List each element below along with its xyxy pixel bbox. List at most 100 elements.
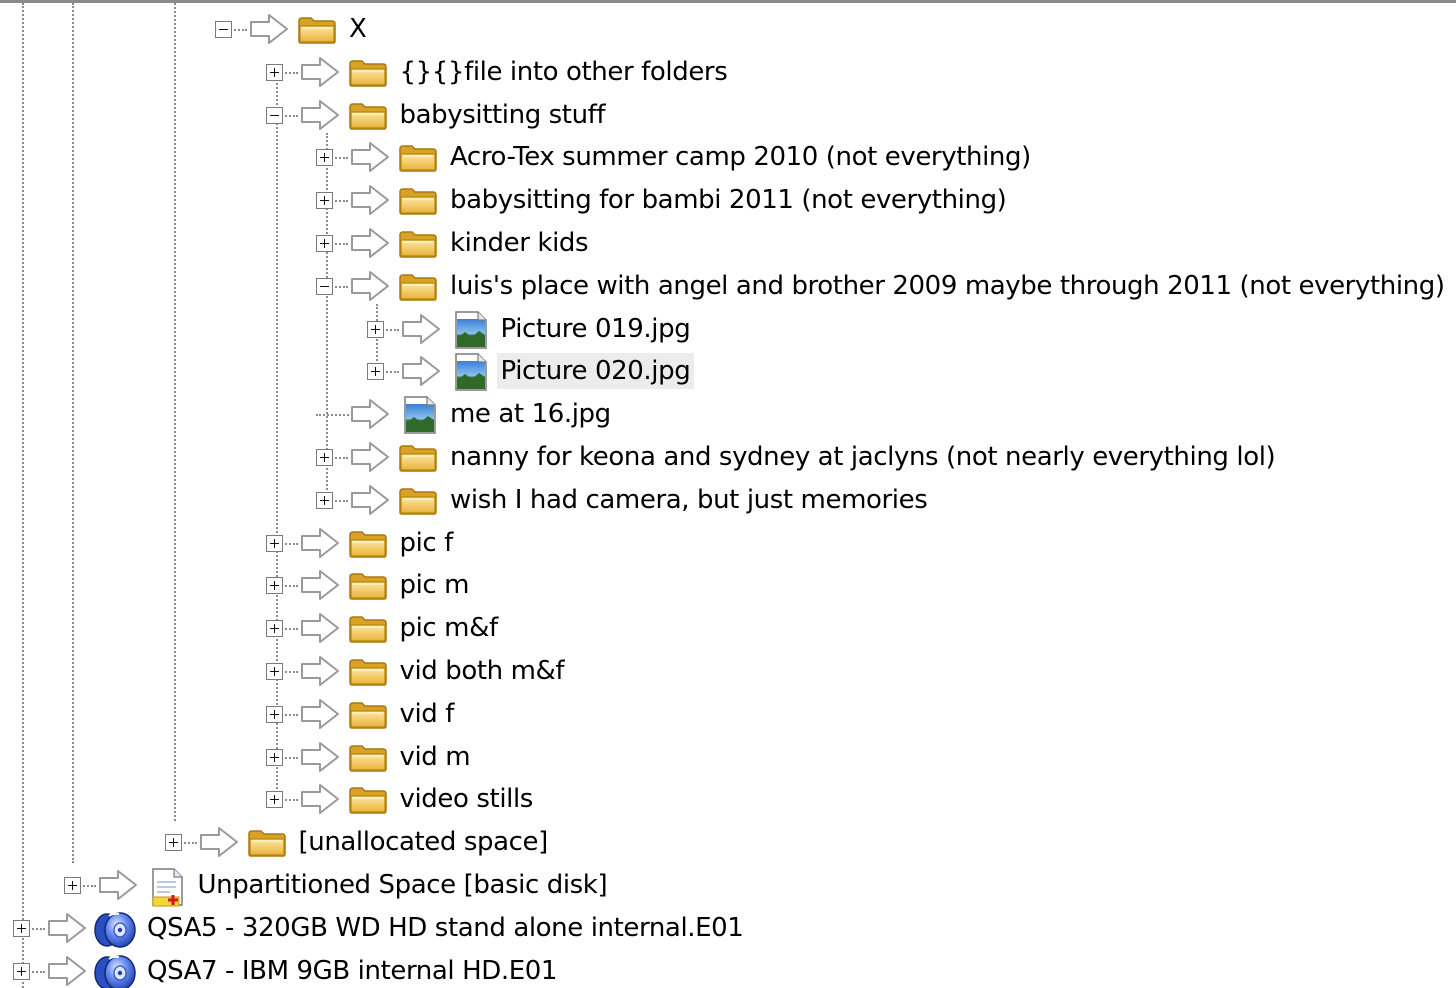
tree-node-label[interactable]: me at 16.jpg [446, 396, 615, 432]
tree-node[interactable]: [unallocated space] [164, 821, 1456, 863]
tree-node-label[interactable]: Picture 019.jpg [497, 311, 695, 347]
tree-node-label[interactable]: kinder kids [446, 225, 592, 261]
collapse-toggle-icon[interactable] [316, 277, 333, 295]
folder-icon [247, 828, 287, 862]
expand-toggle-icon[interactable] [316, 192, 333, 210]
selection-arrow-icon[interactable] [300, 98, 342, 136]
selection-arrow-icon[interactable] [350, 483, 392, 521]
selection-arrow-icon[interactable] [300, 611, 342, 649]
collapse-toggle-icon[interactable] [215, 21, 232, 38]
tree-node[interactable]: me at 16.jpg [316, 393, 1456, 435]
selection-arrow-icon[interactable] [350, 397, 392, 435]
expand-toggle-icon[interactable] [164, 834, 182, 852]
tree-node[interactable]: vid both m&f [265, 650, 1456, 692]
tree-node-label[interactable]: QSA7 - IBM 9GB internal HD.E01 [143, 953, 561, 988]
expand-toggle-icon[interactable] [13, 919, 30, 937]
selection-arrow-icon[interactable] [300, 55, 342, 93]
tree-node[interactable]: Acro-Tex summer camp 2010 (not everythin… [316, 136, 1456, 178]
tree-node-label[interactable]: wish I had camera, but just memories [446, 482, 931, 518]
expand-toggle-icon[interactable] [316, 449, 333, 466]
expand-toggle-icon[interactable] [265, 63, 283, 81]
selection-arrow-icon[interactable] [300, 740, 342, 778]
selection-arrow-icon[interactable] [199, 825, 241, 863]
folder-icon [348, 571, 388, 605]
tree-node[interactable]: QSA7 - IBM 9GB internal HD.E01 [13, 950, 1413, 988]
tree-node[interactable]: X [215, 8, 1456, 50]
selection-arrow-icon[interactable] [401, 354, 443, 392]
selection-arrow-icon[interactable] [350, 269, 392, 307]
tree-node[interactable]: babysitting stuff [265, 94, 1456, 136]
tree-node[interactable]: pic m&f [265, 607, 1456, 649]
selection-arrow-icon[interactable] [300, 782, 342, 820]
selection-arrow-icon[interactable] [300, 526, 342, 564]
selection-arrow-icon[interactable] [350, 440, 392, 478]
folder-icon [348, 700, 388, 734]
tree-node-label[interactable]: [unallocated space] [295, 824, 552, 860]
tree-node-label[interactable]: vid both m&f [396, 653, 569, 689]
tree-node[interactable]: kinder kids [316, 222, 1456, 264]
collapse-toggle-icon[interactable] [265, 106, 283, 124]
expand-toggle-icon[interactable] [366, 320, 384, 338]
tree-node[interactable]: vid m [265, 736, 1456, 778]
selection-arrow-icon[interactable] [350, 183, 392, 221]
selection-arrow-icon[interactable] [98, 868, 140, 906]
expand-toggle-icon[interactable] [265, 620, 283, 638]
tree-node-label[interactable]: X [345, 11, 370, 47]
tree-node-label[interactable]: pic f [396, 525, 457, 561]
tree-node[interactable]: Picture 019.jpg [366, 308, 1456, 350]
tree-node[interactable]: wish I had camera, but just memories [316, 479, 1456, 521]
expand-toggle-icon[interactable] [316, 149, 333, 167]
selection-arrow-icon[interactable] [47, 954, 89, 988]
expand-toggle-icon[interactable] [366, 363, 384, 381]
expand-toggle-icon[interactable] [316, 491, 333, 509]
tree-node-label[interactable]: video stills [396, 781, 537, 817]
tree-node-label[interactable]: Picture 020.jpg [496, 353, 695, 390]
tree-node[interactable]: QSA5 - 320GB WD HD stand alone internal.… [13, 907, 1413, 949]
tree-node-label[interactable]: {}{}file into other folders [396, 54, 732, 90]
expand-toggle-icon[interactable] [316, 235, 333, 252]
tree-node-label[interactable]: vid m [396, 739, 475, 775]
tree-node-label[interactable]: QSA5 - 320GB WD HD stand alone internal.… [143, 910, 747, 946]
tree-node-label[interactable]: pic m&f [396, 610, 502, 646]
selection-arrow-icon[interactable] [300, 654, 342, 692]
expand-toggle-icon[interactable] [265, 534, 283, 552]
tree-node[interactable]: vid f [265, 693, 1456, 735]
tree-node[interactable]: pic f [265, 522, 1456, 564]
tree-node[interactable]: Unpartitioned Space [basic disk] [63, 864, 1456, 907]
expand-toggle-icon[interactable] [265, 577, 283, 595]
selection-arrow-icon[interactable] [300, 697, 342, 735]
expand-toggle-icon[interactable] [265, 663, 283, 680]
tree-node[interactable]: babysitting for bambi 2011 (not everythi… [316, 179, 1456, 221]
selection-arrow-icon[interactable] [350, 140, 392, 178]
expand-toggle-icon[interactable] [265, 791, 283, 809]
evidence-tree-view[interactable]: X {}{}file into other folders babysitting … [0, 0, 1456, 988]
expand-toggle-icon[interactable] [13, 962, 30, 980]
jpg-image-icon [402, 395, 438, 439]
selection-arrow-icon[interactable] [350, 226, 392, 264]
tree-node-label[interactable]: babysitting stuff [396, 97, 610, 133]
expand-toggle-icon[interactable] [265, 705, 283, 723]
tree-node-label[interactable]: Unpartitioned Space [basic disk] [194, 867, 612, 903]
tree-node-label[interactable]: babysitting for bambi 2011 (not everythi… [446, 182, 1010, 218]
tree-node[interactable]: {}{}file into other folders [265, 51, 1456, 93]
folder-icon [398, 186, 438, 220]
folder-icon [348, 785, 388, 819]
selection-arrow-icon[interactable] [300, 568, 342, 606]
expand-toggle-icon[interactable] [63, 877, 81, 894]
tree-connector-line [174, 3, 176, 821]
tree-node[interactable]: pic m [265, 564, 1456, 606]
selection-arrow-icon[interactable] [249, 12, 291, 50]
tree-node-label[interactable]: nanny for keona and sydney at jaclyns (n… [446, 439, 1279, 475]
tree-node[interactable]: video stills [265, 778, 1456, 820]
tree-node-label[interactable]: luis's place with angel and brother 2009… [446, 268, 1449, 304]
selection-arrow-icon[interactable] [47, 911, 89, 949]
tree-node-label[interactable]: pic m [396, 567, 474, 603]
selection-arrow-icon[interactable] [401, 312, 443, 350]
tree-node-label[interactable]: vid f [396, 696, 459, 732]
tree-node[interactable]: luis's place with angel and brother 2009… [316, 265, 1456, 307]
expand-toggle-icon[interactable] [265, 748, 283, 766]
tree-node-label[interactable]: Acro-Tex summer camp 2010 (not everythin… [446, 139, 1035, 175]
tree-connector-line [22, 3, 24, 988]
tree-node[interactable]: Picture 020.jpg [366, 350, 1456, 392]
tree-node[interactable]: nanny for keona and sydney at jaclyns (n… [316, 436, 1456, 478]
